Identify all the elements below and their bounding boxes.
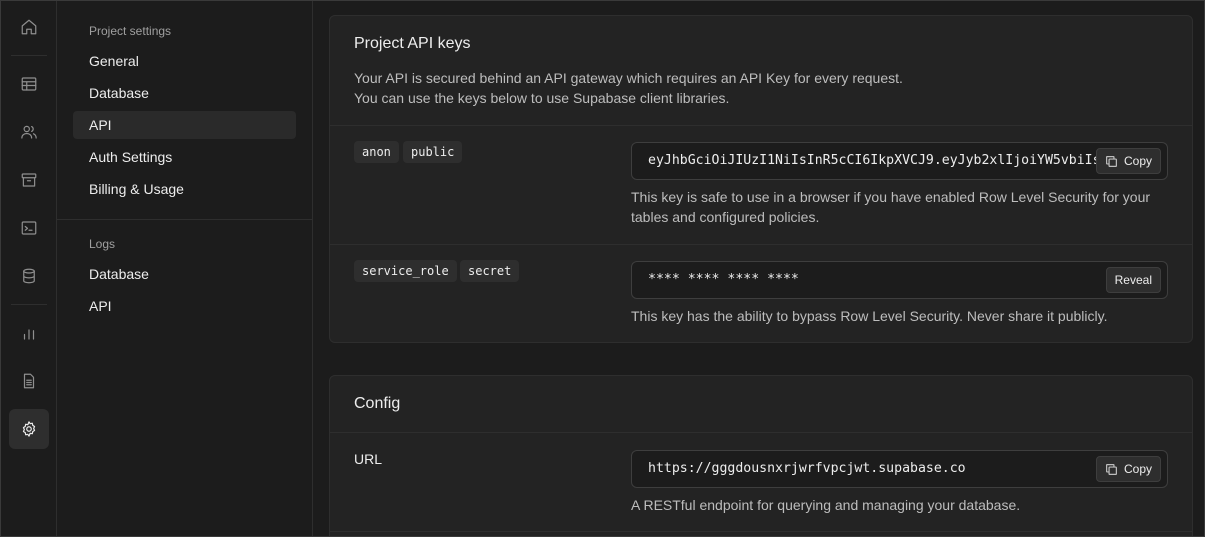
menu-item-auth-settings[interactable]: Auth Settings	[73, 143, 296, 171]
menu-item-logs-database[interactable]: Database	[73, 260, 296, 288]
anon-key-help-line1: This key is safe to use in a browser if …	[631, 189, 1151, 205]
home-icon[interactable]	[9, 7, 49, 47]
copy-label: Copy	[1123, 154, 1152, 168]
api-keys-description-line1: Your API is secured behind an API gatewa…	[354, 70, 903, 86]
reports-icon[interactable]	[9, 313, 49, 353]
rail-divider	[11, 55, 47, 56]
api-keys-title: Project API keys	[354, 35, 471, 52]
main-content: Project API keys Your API is secured beh…	[314, 1, 1204, 536]
menu-item-database[interactable]: Database	[73, 79, 296, 107]
settings-menu: Project settings General Database API Au…	[57, 1, 313, 536]
service-role-key-field[interactable]: **** **** **** **** Reveal	[631, 261, 1168, 299]
rail-divider	[11, 304, 47, 305]
reveal-button[interactable]: Reveal	[1105, 267, 1161, 293]
copy-anon-key-button[interactable]: Copy	[1095, 148, 1161, 174]
table-editor-icon[interactable]	[9, 64, 49, 104]
icon-rail	[1, 1, 57, 536]
menu-item-billing-usage[interactable]: Billing & Usage	[73, 175, 296, 203]
anon-key-field[interactable]: eyJhbGciOiJIUzI1NiIsInR5cCI6IkpXVCJ9.eyJ…	[631, 142, 1168, 180]
menu-item-logs-api[interactable]: API	[73, 292, 296, 320]
row-divider	[330, 531, 1192, 532]
users-icon[interactable]	[9, 112, 49, 152]
url-help: A RESTful endpoint for querying and mana…	[631, 497, 1021, 513]
public-tag: public	[403, 141, 463, 163]
database-icon[interactable]	[9, 256, 49, 296]
anon-key-help-line2: tables and configured policies.	[631, 209, 820, 225]
settings-icon[interactable]	[9, 409, 49, 449]
api-keys-description-line2: You can use the keys below to use Supaba…	[354, 90, 730, 106]
copy-url-button[interactable]: Copy	[1095, 456, 1161, 482]
anon-key-value[interactable]: eyJhbGciOiJIUzI1NiIsInR5cCI6IkpXVCJ9.eyJ…	[648, 143, 1128, 179]
menu-item-general[interactable]: General	[73, 47, 296, 75]
service-role-key-help: This key has the ability to bypass Row L…	[631, 308, 1108, 324]
service-role-key-value[interactable]: **** **** **** ****	[648, 262, 1128, 298]
sql-editor-icon[interactable]	[9, 208, 49, 248]
reveal-label: Reveal	[1114, 273, 1152, 287]
menu-item-api[interactable]: API	[73, 111, 296, 139]
row-divider	[330, 432, 1192, 433]
url-field[interactable]: https://gggdousnxrjwrfvpcjwt.supabase.co…	[631, 450, 1168, 488]
copy-label: Copy	[1123, 462, 1152, 476]
url-value[interactable]: https://gggdousnxrjwrfvpcjwt.supabase.co	[648, 451, 1128, 487]
config-title: Config	[354, 395, 401, 412]
menu-divider	[57, 219, 313, 220]
anon-tag: anon	[354, 141, 399, 163]
copy-icon	[1106, 155, 1117, 167]
row-divider	[330, 125, 1192, 126]
secret-tag: secret	[460, 260, 520, 282]
row-divider	[330, 244, 1192, 245]
storage-icon[interactable]	[9, 160, 49, 200]
app-window: Project settings General Database API Au…	[0, 0, 1205, 537]
service-role-tag: service_role	[354, 260, 457, 282]
logs-heading: Logs	[89, 237, 116, 251]
config-card: Config URL https://gggdousnxrjwrfvpcjwt.…	[329, 375, 1193, 536]
project-settings-heading: Project settings	[89, 24, 172, 38]
api-keys-card: Project API keys Your API is secured beh…	[329, 15, 1193, 343]
copy-icon	[1106, 463, 1117, 475]
docs-icon[interactable]	[9, 361, 49, 401]
url-label: URL	[354, 451, 383, 467]
